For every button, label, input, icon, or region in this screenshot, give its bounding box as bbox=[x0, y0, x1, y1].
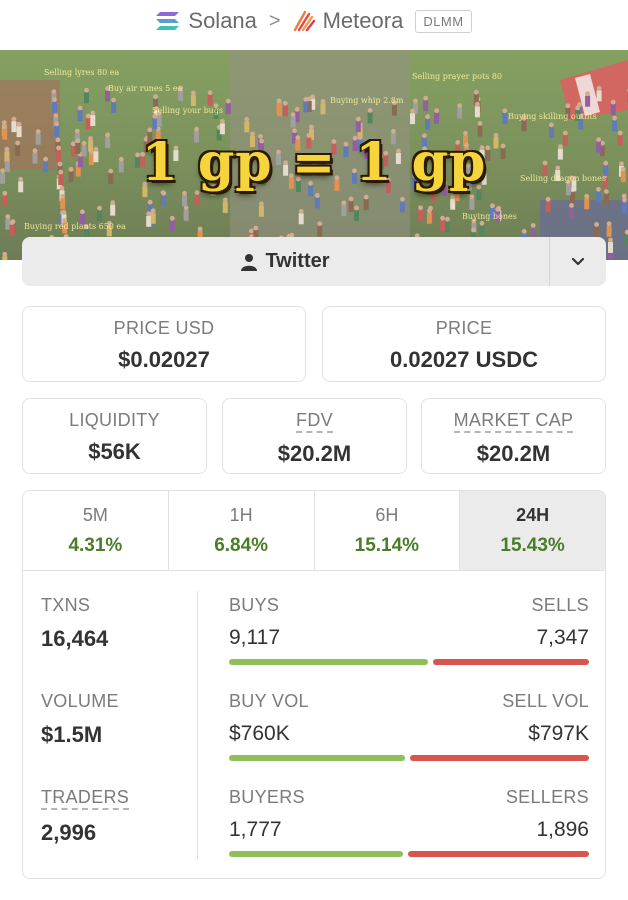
volume-ratio-bar bbox=[229, 755, 589, 761]
breadcrumb-dex-label: Meteora bbox=[322, 8, 404, 33]
stats-rows: TXNS 16,464 BUYS SELLS 9,117 7,347 VOLUM… bbox=[23, 571, 605, 878]
sell-share-bar bbox=[408, 851, 589, 857]
fdv-value: $20.2M bbox=[277, 440, 352, 466]
solana-icon bbox=[156, 12, 180, 30]
fdv-label: FDV bbox=[296, 410, 333, 433]
price-native-label: PRICE bbox=[435, 318, 493, 338]
volume-value: $1.5M bbox=[41, 722, 103, 747]
buy-vol-value: $760K bbox=[229, 722, 290, 745]
buys-value: 9,117 bbox=[229, 626, 280, 649]
buy-share-bar bbox=[229, 659, 429, 665]
volume-row: VOLUME $1.5M BUY VOL SELL VOL $760K $797… bbox=[23, 691, 605, 787]
banner-note: Buying bones bbox=[462, 212, 517, 221]
sell-share-bar bbox=[433, 659, 589, 665]
price-change: 6.84% bbox=[214, 535, 269, 556]
sellers-label: SELLERS bbox=[505, 787, 589, 807]
twitter-link-label: Twitter bbox=[265, 250, 330, 272]
banner-note: Selling lyres 80 ea bbox=[44, 68, 120, 77]
sell-vol-label: SELL VOL bbox=[502, 691, 589, 711]
meteora-icon bbox=[293, 10, 315, 32]
buy-share-bar bbox=[229, 851, 404, 857]
chevron-down-icon bbox=[571, 257, 585, 265]
breadcrumb-separator: > bbox=[268, 9, 281, 32]
market-cap-label: MARKET CAP bbox=[453, 410, 574, 433]
buyers-label: BUYERS bbox=[229, 787, 305, 807]
buyers-value: 1,777 bbox=[229, 818, 282, 841]
banner-note: Selling your bugs bbox=[152, 106, 224, 115]
banner-note: Buying skilling outfits bbox=[508, 112, 597, 121]
buy-vol-label: BUY VOL bbox=[229, 691, 309, 711]
banner-note: Selling prayer pots 80 bbox=[412, 72, 503, 81]
banner-headline: 1 gp = 1 gp bbox=[141, 132, 487, 193]
twitter-link[interactable]: Twitter bbox=[22, 237, 549, 286]
sells-value: 7,347 bbox=[536, 626, 589, 649]
liquidity-value: $56K bbox=[88, 439, 141, 464]
tab-5m[interactable]: 5M 4.31% bbox=[23, 491, 169, 570]
price-change: 4.31% bbox=[68, 535, 123, 556]
traders-row: TRADERS 2,996 BUYERS SELLERS 1,777 1,896 bbox=[23, 787, 605, 878]
more-links-button[interactable] bbox=[550, 237, 606, 286]
tab-label: 24H bbox=[516, 505, 550, 525]
buy-share-bar bbox=[229, 755, 405, 761]
txns-value: 16,464 bbox=[41, 626, 109, 651]
volume-label: VOLUME bbox=[41, 691, 119, 711]
banner-note: Buy air runes 5 ea bbox=[108, 84, 183, 93]
liquidity-label: LIQUIDITY bbox=[69, 410, 160, 430]
market-cap-card[interactable]: MARKET CAP $20.2M bbox=[421, 398, 606, 474]
tab-label: 5M bbox=[82, 505, 108, 525]
price-usd-value: $0.02027 bbox=[118, 347, 210, 372]
traders-label[interactable]: TRADERS bbox=[41, 787, 130, 810]
tab-6h[interactable]: 6H 15.14% bbox=[315, 491, 461, 570]
txns-label: TXNS bbox=[41, 595, 91, 615]
sells-label: SELLS bbox=[531, 595, 589, 615]
tab-label: 1H bbox=[229, 505, 253, 525]
trading-stats-panel: 5M 4.31% 1H 6.84% 6H 15.14% 24H 15.43% T… bbox=[22, 490, 606, 879]
price-native-value: 0.02027 USDC bbox=[390, 347, 538, 372]
tab-label: 6H bbox=[375, 505, 399, 525]
price-usd-card: PRICE USD $0.02027 bbox=[22, 306, 306, 382]
banner-note: Buying whip 2.8m bbox=[330, 96, 404, 105]
timeframe-tabs: 5M 4.31% 1H 6.84% 6H 15.14% 24H 15.43% bbox=[23, 491, 605, 571]
sellers-value: 1,896 bbox=[536, 818, 589, 841]
fdv-card[interactable]: FDV $20.2M bbox=[222, 398, 407, 474]
buys-label: BUYS bbox=[229, 595, 280, 615]
buys-sells-ratio-bar bbox=[229, 659, 589, 665]
tab-1h[interactable]: 1H 6.84% bbox=[169, 491, 315, 570]
traders-ratio-bar bbox=[229, 851, 589, 857]
banner-note: Buying red plants 650 ea bbox=[24, 222, 126, 231]
breadcrumb-chain[interactable]: Solana bbox=[156, 8, 257, 34]
traders-value: 2,996 bbox=[41, 819, 97, 845]
sell-vol-value: $797K bbox=[528, 722, 589, 745]
market-cap-value: $20.2M bbox=[476, 440, 551, 466]
price-native-card: PRICE 0.02027 USDC bbox=[322, 306, 606, 382]
user-icon bbox=[241, 253, 258, 271]
pool-type-badge: DLMM bbox=[415, 9, 472, 33]
breadcrumb: Solana > Meteora DLMM bbox=[0, 0, 628, 42]
price-change: 15.14% bbox=[354, 535, 420, 556]
sell-share-bar bbox=[409, 755, 589, 761]
token-banner: Selling lyres 80 ea Buy air runes 5 ea S… bbox=[0, 50, 628, 260]
breadcrumb-dex[interactable]: Meteora bbox=[293, 8, 404, 34]
txns-row: TXNS 16,464 BUYS SELLS 9,117 7,347 bbox=[23, 595, 605, 691]
liquidity-card: LIQUIDITY $56K bbox=[22, 398, 207, 474]
price-change: 15.43% bbox=[500, 535, 565, 556]
social-links-bar: Twitter bbox=[22, 237, 606, 286]
breadcrumb-chain-label: Solana bbox=[188, 8, 257, 33]
tab-24h[interactable]: 24H 15.43% bbox=[460, 491, 605, 570]
price-usd-label: PRICE USD bbox=[113, 318, 215, 338]
